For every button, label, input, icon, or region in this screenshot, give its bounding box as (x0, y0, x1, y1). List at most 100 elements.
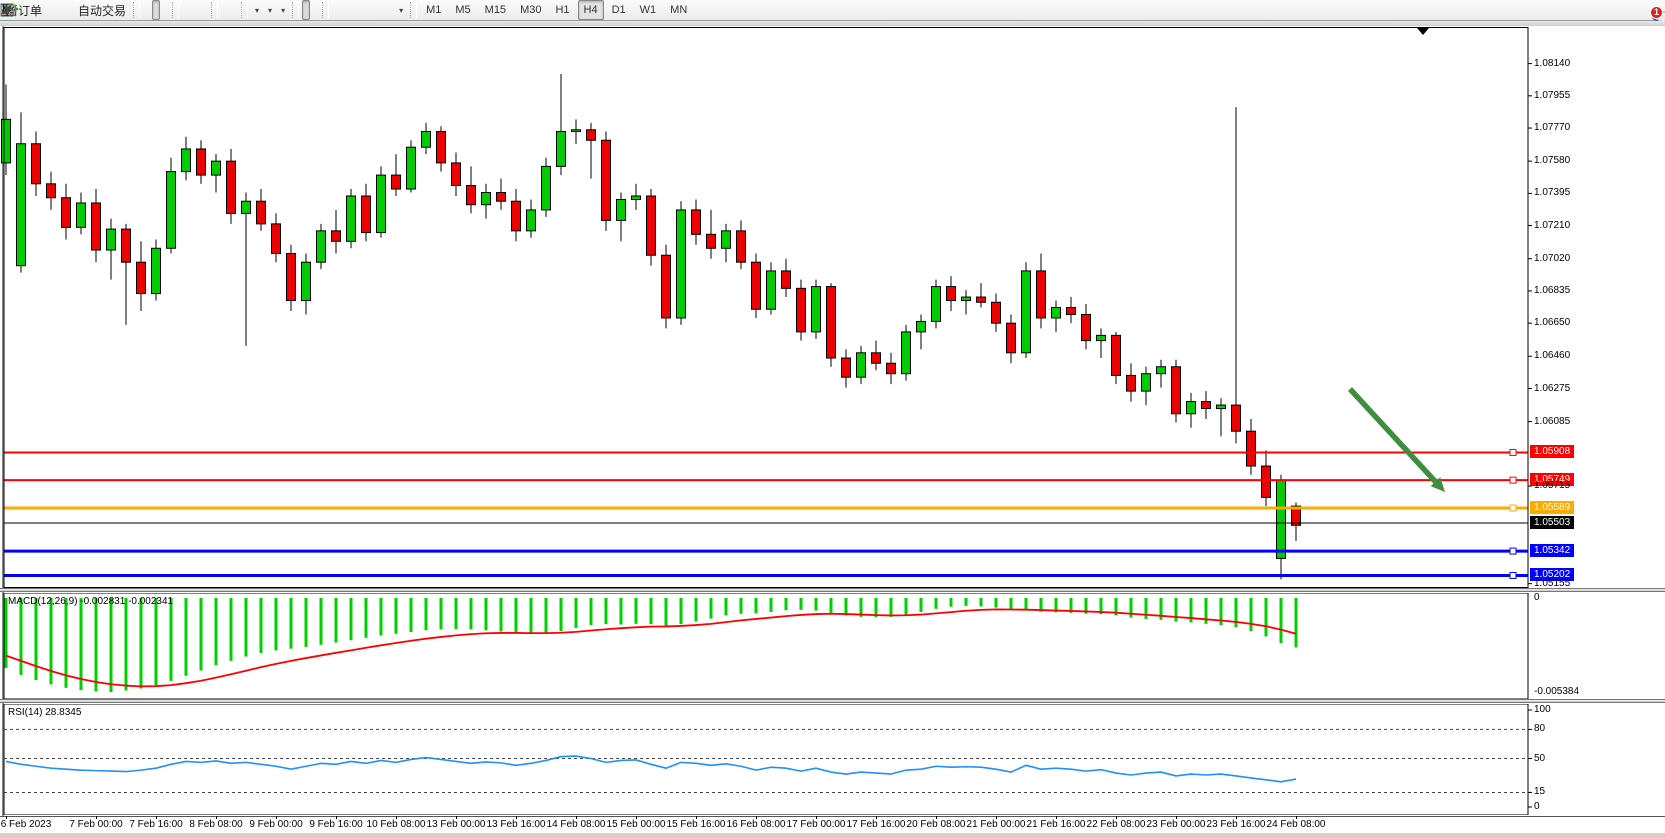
price-axis-tick: 1.05715 (1534, 480, 1570, 491)
timeframe-button-d1[interactable]: D1 (606, 0, 632, 20)
timeframe-button-h1[interactable]: H1 (549, 0, 575, 20)
price-axis-tick: 1.06275 (1534, 383, 1570, 394)
time-axis-tick (936, 816, 937, 819)
timeframe-button-m1[interactable]: M1 (420, 0, 447, 20)
notification-badge: 1 (1650, 6, 1663, 19)
templates-button[interactable]: ▾ (277, 0, 289, 20)
tile-windows-button[interactable] (200, 0, 208, 20)
macd-scale-min: -0.005384 (1534, 686, 1579, 697)
time-axis-tick (396, 816, 397, 819)
toolbar-separator (172, 2, 179, 18)
bar-chart-button[interactable] (143, 0, 151, 20)
time-axis-label: 13 Feb 16:00 (487, 819, 546, 830)
timeframe-button-w1[interactable]: W1 (634, 0, 663, 20)
time-axis-tick (996, 816, 997, 819)
zoom-out-button[interactable] (191, 0, 199, 20)
line-handle[interactable] (1510, 449, 1516, 455)
candle (812, 280, 821, 339)
trendline-button[interactable] (350, 0, 358, 20)
candle (167, 158, 176, 254)
time-axis-tick (216, 816, 217, 819)
candle (677, 201, 686, 325)
crosshair-button[interactable] (311, 0, 319, 20)
time-axis-label: 15 Feb 16:00 (667, 819, 726, 830)
text-label-button[interactable]: T (386, 0, 394, 20)
timeframe-button-h4[interactable]: H4 (578, 0, 604, 20)
time-axis-tick (1056, 816, 1057, 819)
autotrading-label: 自动交易 (78, 2, 126, 19)
price-axis-tick: 1.07395 (1534, 187, 1570, 198)
mt4-window: 新订单 (0, 0, 1665, 837)
text-button[interactable]: A (377, 0, 385, 20)
timeframe-button-m5[interactable]: M5 (449, 0, 476, 20)
candle (647, 189, 656, 266)
arrows-icon (0, 3, 15, 17)
toolbar-separator (410, 2, 417, 18)
macd-pane[interactable] (0, 593, 1665, 699)
rsi-pane[interactable] (0, 704, 1665, 815)
line-handle[interactable] (1510, 505, 1516, 511)
candle (377, 166, 386, 237)
rsi-scale-tick: 0 (1534, 801, 1540, 812)
time-axis-tick (6, 816, 7, 819)
pane-splitter[interactable] (0, 699, 1665, 703)
timeframe-button-mn[interactable]: MN (664, 0, 693, 20)
candle (542, 158, 551, 217)
time-axis-label: 9 Feb 00:00 (249, 819, 302, 830)
price-axis-tick: 1.06650 (1534, 317, 1570, 328)
time-axis-tick (336, 816, 337, 819)
line-handle[interactable] (1510, 548, 1516, 554)
arrows-button[interactable]: ▾ (395, 0, 407, 20)
price-axis-tick: 1.05155 (1534, 578, 1570, 589)
time-axis-label: 7 Feb 16:00 (129, 819, 182, 830)
time-axis-label: 15 Feb 00:00 (607, 819, 666, 830)
line-handle[interactable] (1510, 477, 1516, 483)
time-axis-tick (876, 816, 877, 819)
price-axis-tick: 1.06085 (1534, 416, 1570, 427)
periods-button[interactable]: ▾ (264, 0, 276, 20)
candle (602, 132, 611, 231)
line-handle[interactable] (1510, 572, 1516, 578)
time-axis-label: 22 Feb 08:00 (1087, 819, 1146, 830)
window-frame-bottom (0, 833, 1665, 837)
autotrading-button[interactable]: 自动交易 (74, 0, 130, 20)
timeframe-button-m30[interactable]: M30 (514, 0, 547, 20)
line-chart-button[interactable] (161, 0, 169, 20)
candle (407, 140, 416, 192)
candle (1022, 262, 1031, 358)
cursor-button[interactable] (302, 0, 310, 20)
chart-shift-button[interactable] (230, 0, 238, 20)
time-axis-label: 21 Feb 00:00 (967, 819, 1026, 830)
pane-splitter[interactable] (0, 588, 1665, 592)
time-axis-tick (516, 816, 517, 819)
rsi-scale-tick: 100 (1534, 704, 1551, 715)
zoom-in-button[interactable] (182, 0, 190, 20)
fibonacci-button[interactable]: F (368, 0, 376, 20)
timeframe-button-m15[interactable]: M15 (479, 0, 512, 20)
time-axis-tick (1296, 816, 1297, 819)
timeframe-toolbar: M1M5M15M30H1H4D1W1MN (420, 0, 693, 20)
toolbar-separator (292, 2, 299, 18)
strategy-tester-button[interactable] (65, 0, 73, 20)
toolbar: 新订单 (0, 0, 1665, 21)
data-window-button[interactable] (56, 0, 64, 20)
channel-button[interactable]: E (359, 0, 367, 20)
time-axis-label: 21 Feb 16:00 (1027, 819, 1086, 830)
price-chart-pane[interactable] (0, 27, 1665, 588)
time-axis-tick (1116, 816, 1117, 819)
candle (932, 280, 941, 329)
horizontal-line-button[interactable] (341, 0, 349, 20)
time-axis-tick (1236, 816, 1237, 819)
vertical-line-button[interactable] (332, 0, 340, 20)
time-axis-tick (756, 816, 757, 819)
current-price-flag: 1.05503 (1530, 516, 1574, 529)
market-watch-button[interactable] (47, 0, 55, 20)
rsi-scale-tick: 50 (1534, 753, 1545, 764)
indicators-button[interactable]: ▾ (251, 0, 263, 20)
time-axis-label: 17 Feb 16:00 (847, 819, 906, 830)
candlestick-chart-button[interactable] (152, 0, 160, 20)
auto-scroll-button[interactable] (221, 0, 229, 20)
time-axis-tick (156, 816, 157, 819)
time-axis-tick (1176, 816, 1177, 819)
time-axis-tick (96, 816, 97, 819)
